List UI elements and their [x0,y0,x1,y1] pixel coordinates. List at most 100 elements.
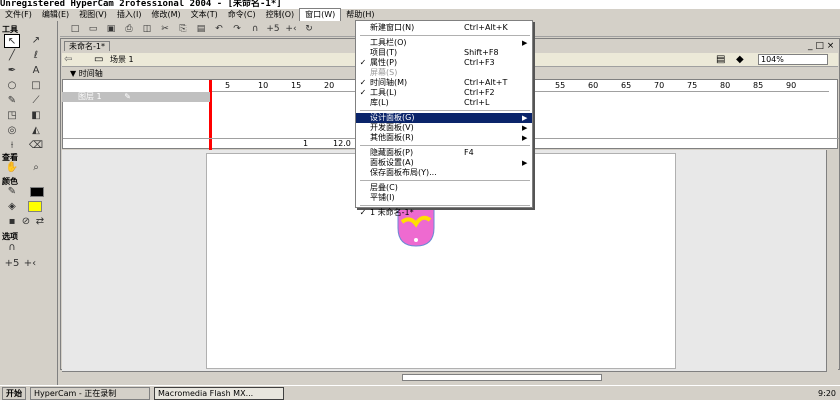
pen-tool-icon[interactable]: ✒ [4,64,20,78]
menu-edit[interactable]: 编辑(E) [37,9,74,21]
menu-file[interactable]: 文件(F) [0,9,37,21]
window-controls-icon[interactable]: _ □ × [808,41,834,51]
menu-item[interactable]: ✓ 工具(L) Ctrl+F2 [356,88,532,98]
menu-item-label: 1 未命名-1* [370,208,414,217]
snap-icon[interactable]: ∩ [248,23,262,35]
straighten-icon[interactable]: +‹ [284,23,298,35]
rectangle-tool-icon[interactable]: □ [28,79,44,93]
menu-item[interactable]: ✓ 1 未命名-1* [356,208,532,218]
check-icon: ✓ [359,58,367,67]
menu-item-label: 其他面板(R) [370,133,414,142]
paint-bucket-tool-icon[interactable]: ◭ [28,124,44,138]
print-icon[interactable]: ⎙ [122,23,136,35]
swap-colors-icon[interactable]: ⇄ [32,215,48,229]
pencil-icon: ✎ [124,92,131,101]
edit-symbol-icon[interactable]: ◆ [736,54,744,65]
lasso-tool-icon[interactable]: ℓ [28,49,44,63]
zoom-select[interactable]: 104% [758,54,828,65]
menu-modify[interactable]: 修改(M) [146,9,185,21]
document-tab[interactable]: 未命名-1* [64,41,110,51]
menu-item[interactable]: 隐藏面板(P) F4 [356,148,532,158]
scroll-thumb[interactable] [402,374,602,381]
menu-item[interactable]: 其他面板(R) ▶ [356,133,532,143]
magnet-icon[interactable]: ∩ [4,241,20,255]
undo-icon[interactable]: ↶ [212,23,226,35]
text-tool-icon[interactable]: A [28,64,44,78]
straighten-option-icon[interactable]: +‹ [22,257,38,271]
menu-control[interactable]: 控制(O) [261,9,300,21]
menu-item-label: 隐藏面板(P) [370,148,414,157]
menu-item-shortcut [464,183,522,193]
eyedropper-tool-icon[interactable]: ⟊ [4,139,20,153]
back-arrow-icon[interactable]: ⇦ [64,54,72,65]
horizontal-scrollbar[interactable] [62,371,827,383]
smooth-option-icon[interactable]: +5 [4,257,20,271]
stroke-color-swatch[interactable] [30,187,44,197]
brush-tool-icon[interactable]: ⟋ [28,94,44,108]
vertical-scrollbar[interactable] [826,150,838,375]
menu-item[interactable]: 新建窗口(N) Ctrl+Alt+K [356,23,532,33]
menu-window[interactable]: 窗口(W) [299,8,342,22]
frame-number: 90 [786,81,797,90]
menu-item[interactable]: ✓ 属性(P) Ctrl+F3 [356,58,532,68]
menu-item[interactable]: 工具栏(O) ▶ [356,38,532,48]
flash-task[interactable]: Macromedia Flash MX... [154,386,284,400]
eraser-tool-icon[interactable]: ⌫ [28,139,44,153]
subselect-tool-icon[interactable]: ↗ [28,34,44,48]
menu-item[interactable]: 开发面板(V) ▶ [356,123,532,133]
save-icon[interactable]: ▣ [104,23,118,35]
frame-number: 65 [621,81,632,90]
zoom-tool-icon[interactable]: ⌕ [28,161,44,175]
menu-command[interactable]: 命令(C) [223,9,261,21]
fill-color-icon: ◈ [8,201,16,212]
edit-scene-icon[interactable]: ▤ [716,54,725,65]
menu-item-label: 新建窗口(N) [370,23,415,32]
fill-transform-tool-icon[interactable]: ◧ [28,109,44,123]
submenu-arrow-icon [522,88,532,98]
menu-item[interactable]: 设计面板(G) ▶ [356,113,532,123]
redo-icon[interactable]: ↷ [230,23,244,35]
new-file-icon[interactable]: □ [68,23,82,35]
open-file-icon[interactable]: ▭ [86,23,100,35]
menu-item[interactable]: 层叠(C) [356,183,532,193]
paste-icon[interactable]: ▤ [194,23,208,35]
menu-item[interactable]: 面板设置(A) ▶ [356,158,532,168]
scene-icon: ▭ [94,54,104,65]
menu-view[interactable]: 视图(V) [74,9,112,21]
copy-icon[interactable]: ⎘ [176,23,190,35]
menu-text[interactable]: 文本(T) [186,9,223,21]
rotate-icon[interactable]: ↻ [302,23,316,35]
cut-icon[interactable]: ✂ [158,23,172,35]
submenu-arrow-icon [522,193,532,203]
arrow-tool-icon[interactable]: ↖ [4,34,20,48]
menu-item[interactable]: 保存面板布局(Y)... [356,168,532,178]
menu-item-shortcut: Ctrl+F2 [464,88,495,97]
submenu-arrow-icon: ▶ [522,114,528,122]
menu-separator [360,35,530,36]
preview-icon[interactable]: ◫ [140,23,154,35]
hypercam-task[interactable]: HyperCam - 正在录制 [30,386,150,400]
start-button[interactable]: 开始 [2,386,26,400]
menu-item[interactable]: 平铺(I) [356,193,532,203]
menu-item[interactable]: ✓ 时间轴(M) Ctrl+Alt+T [356,78,532,88]
ink-bottle-tool-icon[interactable]: ◎ [4,124,20,138]
menu-item[interactable]: 屏幕(S) [356,68,532,78]
menu-item-shortcut [464,208,522,218]
menu-insert[interactable]: 插入(I) [112,9,147,21]
menu-item[interactable]: 库(L) Ctrl+L [356,98,532,108]
check-icon [356,158,370,168]
line-tool-icon[interactable]: ╱ [4,49,20,63]
fill-color-swatch[interactable] [28,201,42,212]
timeline-collapse-icon[interactable]: ▼ [70,69,76,78]
submenu-arrow-icon [522,183,532,193]
oval-tool-icon[interactable]: ○ [4,79,20,93]
menu-item-shortcut: Ctrl+F3 [464,58,495,67]
menu-item[interactable]: 项目(T) Shift+F8 [356,48,532,58]
smooth-icon[interactable]: +5 [266,23,280,35]
check-icon [356,48,370,58]
hand-tool-icon[interactable]: ✋ [4,161,20,175]
pencil-tool-icon[interactable]: ✎ [4,94,20,108]
menu-item-label: 屏幕(S) [370,68,398,77]
free-transform-tool-icon[interactable]: ◳ [4,109,20,123]
layer-row[interactable]: 图层 1 ✎ [62,92,210,102]
